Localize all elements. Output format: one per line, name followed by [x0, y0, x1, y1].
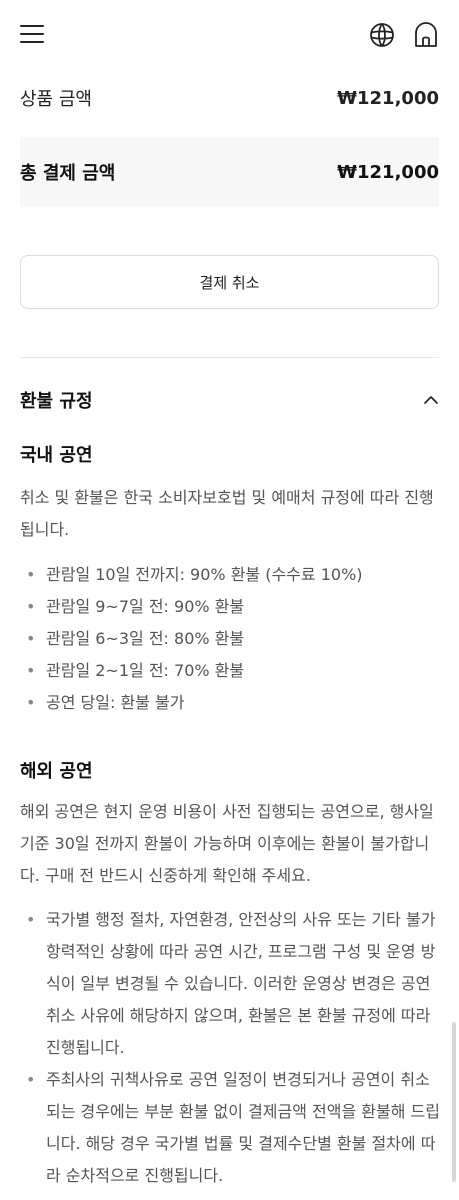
domestic-description: 취소 및 환불은 한국 소비자보호법 및 예매처 규정에 따라 진행됩니다.: [20, 488, 434, 539]
list-item: 국가별 행정 절차, 자연환경, 안전상의 사유 또는 기타 불가항력적인 상황…: [24, 904, 444, 1064]
overseas-title: 해외 공연: [20, 761, 93, 782]
top-bar: [0, 0, 459, 70]
subtotal-label: 상품 금액: [20, 89, 92, 110]
total-label: 총 결제 금액: [20, 163, 116, 184]
list-item: 관람일 9~7일 전: 90% 환불: [24, 591, 444, 623]
subtotal-row: 상품 금액 ₩121,000: [20, 78, 439, 118]
refund-policy-toggle[interactable]: 환불 규정: [20, 382, 439, 418]
subtotal-value: ₩121,000: [337, 87, 439, 109]
hamburger-menu-icon[interactable]: [20, 22, 46, 46]
home-icon[interactable]: [413, 21, 439, 49]
chevron-up-icon: [424, 396, 438, 404]
list-item: 주최사의 귀책사유로 공연 일정이 변경되거나 공연이 취소되는 경우에는 부분…: [24, 1064, 444, 1192]
refund-policy-title: 환불 규정: [20, 391, 93, 412]
total-value: ₩121,000: [337, 161, 439, 183]
list-item: 관람일 10일 전까지: 90% 환불 (수수료 10%): [24, 559, 444, 591]
list-item: 관람일 6~3일 전: 80% 환불: [24, 623, 444, 655]
cancel-payment-button[interactable]: 결제 취소: [20, 255, 439, 309]
domestic-refund-list: 관람일 10일 전까지: 90% 환불 (수수료 10%) 관람일 9~7일 전…: [24, 559, 444, 719]
domestic-title: 국내 공연: [20, 445, 93, 466]
overseas-description: 해외 공연은 현지 운영 비용이 사전 집행되는 공연으로, 행사일 기준 30…: [20, 802, 434, 885]
divider: [20, 357, 439, 358]
list-item: 관람일 2~1일 전: 70% 환불: [24, 655, 444, 687]
scrollbar[interactable]: [452, 1022, 456, 1182]
globe-icon[interactable]: [369, 22, 395, 48]
total-row: 총 결제 금액 ₩121,000: [20, 150, 439, 194]
overseas-refund-list: 국가별 행정 절차, 자연환경, 안전상의 사유 또는 기타 불가항력적인 상황…: [24, 904, 444, 1192]
list-item: 공연 당일: 환불 불가: [24, 687, 444, 719]
